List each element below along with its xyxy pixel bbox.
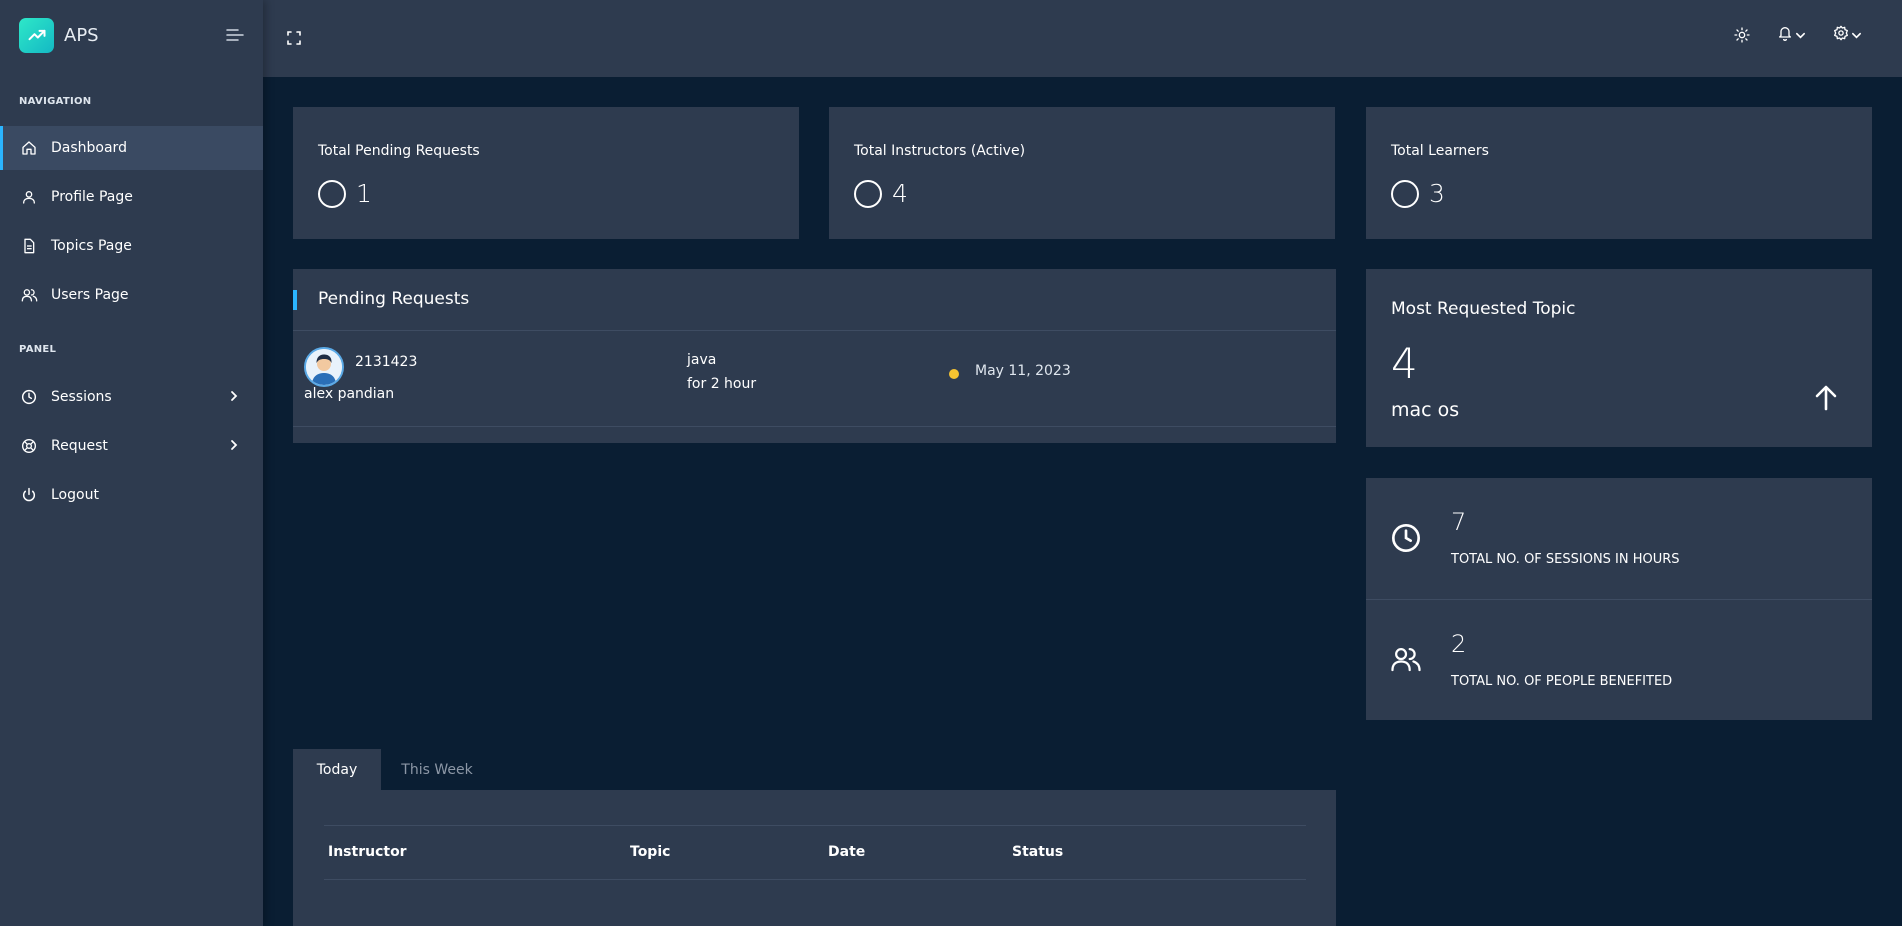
column-header-instructor[interactable]: Instructor	[328, 844, 407, 860]
table-header: Instructor Topic Date Status	[324, 825, 1306, 880]
support-icon	[20, 437, 38, 455]
gear-icon	[1833, 25, 1849, 45]
sidebar-item-label: Users Page	[51, 287, 129, 303]
stat-title: Total Learners	[1391, 143, 1489, 159]
metric-value: 7	[1451, 508, 1467, 536]
stat-title: Total Pending Requests	[318, 143, 480, 159]
circle-icon	[1391, 179, 1419, 208]
sidebar: APS NAVIGATION Dashboard Profile Page To…	[0, 0, 263, 926]
trending-up-icon	[19, 17, 54, 53]
stat-number: 1	[356, 179, 372, 208]
most-requested-count: 4	[1391, 339, 1418, 388]
sidebar-item-request[interactable]: Request	[0, 424, 263, 468]
stat-title: Total Instructors (Active)	[854, 143, 1026, 159]
sidebar-item-users[interactable]: Users Page	[0, 273, 263, 317]
sidebar-item-label: Sessions	[51, 389, 112, 405]
request-row[interactable]: 2131423 alex pandian java for 2 hour May…	[293, 331, 1336, 427]
brand[interactable]: APS	[19, 17, 99, 53]
sidebar-item-label: Request	[51, 438, 108, 454]
circle-icon	[854, 179, 882, 208]
request-name: alex pandian	[304, 386, 395, 402]
sidebar-item-sessions[interactable]: Sessions	[0, 375, 263, 419]
metrics-card: 7 TOTAL NO. OF SESSIONS IN HOURS 2 TOTAL…	[1366, 478, 1872, 720]
users-icon	[1390, 644, 1422, 676]
most-requested-card: Most Requested Topic 4 mac os	[1366, 269, 1872, 447]
document-icon	[20, 237, 38, 255]
request-topic: java	[687, 352, 717, 368]
notifications-dropdown[interactable]	[1777, 24, 1806, 46]
sidebar-item-dashboard[interactable]: Dashboard	[0, 126, 263, 170]
sidebar-item-topics[interactable]: Topics Page	[0, 224, 263, 268]
request-duration: for 2 hour	[687, 376, 757, 392]
app: APS NAVIGATION Dashboard Profile Page To…	[0, 0, 1902, 926]
sidebar-item-label: Profile Page	[51, 189, 133, 205]
most-requested-title: Most Requested Topic	[1391, 299, 1576, 319]
stat-value: 4	[854, 179, 908, 208]
sidebar-item-label: Dashboard	[51, 140, 127, 156]
sidebar-item-label: Logout	[51, 487, 99, 503]
most-requested-topic: mac os	[1391, 399, 1460, 421]
column-header-date[interactable]: Date	[828, 844, 865, 860]
request-date: May 11, 2023	[975, 363, 1071, 379]
bell-icon	[1777, 25, 1793, 45]
stat-value: 1	[318, 179, 372, 208]
clock-icon	[1390, 522, 1422, 554]
users-icon	[20, 286, 38, 304]
column-header-topic[interactable]: Topic	[630, 844, 670, 860]
stat-number: 3	[1429, 179, 1445, 208]
pending-requests-card: Pending Requests 2131423 alex pandian ja…	[293, 269, 1336, 443]
request-id: 2131423	[355, 354, 418, 370]
metric-value: 2	[1451, 630, 1467, 658]
accent-bar	[293, 290, 297, 310]
brand-name: APS	[64, 24, 99, 46]
circle-icon	[318, 179, 346, 208]
tab-today[interactable]: Today	[293, 749, 381, 790]
clock-icon	[20, 388, 38, 406]
fullscreen-icon[interactable]	[287, 27, 301, 49]
settings-dropdown[interactable]	[1833, 24, 1862, 46]
sidebar-item-label: Topics Page	[51, 238, 132, 254]
metric-label: TOTAL NO. OF PEOPLE BENEFITED	[1451, 674, 1673, 689]
stat-card-learners: Total Learners 3	[1366, 107, 1872, 239]
stat-card-instructors: Total Instructors (Active) 4	[829, 107, 1335, 239]
user-icon	[20, 188, 38, 206]
power-icon	[20, 486, 38, 504]
metric-people: 2 TOTAL NO. OF PEOPLE BENEFITED	[1366, 599, 1872, 720]
arrow-up-icon	[1814, 385, 1838, 411]
avatar	[304, 347, 344, 387]
menu-toggle-icon[interactable]	[225, 25, 245, 45]
stat-card-pending: Total Pending Requests 1	[293, 107, 799, 239]
pending-requests-title: Pending Requests	[318, 289, 470, 309]
topbar	[263, 0, 1902, 77]
stat-number: 4	[892, 179, 908, 208]
chevron-right-icon	[227, 438, 241, 452]
stat-value: 3	[1391, 179, 1445, 208]
theme-sun-icon[interactable]	[1734, 24, 1750, 46]
chevron-down-icon	[1795, 26, 1806, 45]
metric-sessions: 7 TOTAL NO. OF SESSIONS IN HOURS	[1366, 478, 1872, 599]
column-header-status[interactable]: Status	[1012, 844, 1063, 860]
status-dot	[949, 369, 959, 379]
home-icon	[20, 139, 38, 157]
chevron-down-icon	[1851, 26, 1862, 45]
sidebar-item-profile[interactable]: Profile Page	[0, 175, 263, 219]
chevron-right-icon	[227, 389, 241, 403]
panel-heading: PANEL	[19, 344, 57, 355]
sidebar-item-logout[interactable]: Logout	[0, 473, 263, 517]
metric-label: TOTAL NO. OF SESSIONS IN HOURS	[1451, 552, 1680, 567]
tab-this-week[interactable]: This Week	[392, 749, 482, 790]
sessions-table: Instructor Topic Date Status	[293, 790, 1336, 926]
nav-heading: NAVIGATION	[19, 96, 92, 107]
pending-requests-header: Pending Requests	[293, 269, 1336, 331]
